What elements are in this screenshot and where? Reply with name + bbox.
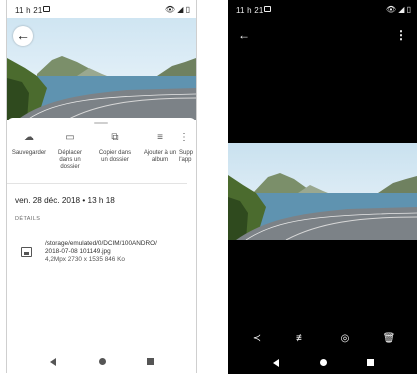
photo-preview[interactable]: ←: [7, 18, 196, 120]
signal-battery-icon: 👁 ◢ ▯: [164, 5, 190, 14]
phone-right: 11 h 21 👁 ◢ ▯ ← ⋮ ≺ ≢ ◎ 🗑: [228, 0, 417, 374]
lens-icon[interactable]: ◎: [338, 332, 352, 346]
share-icon[interactable]: ≺: [250, 332, 264, 346]
notification-icon: [43, 6, 50, 12]
status-time: 11 h 21: [236, 6, 264, 15]
file-name: 2018-07-08 101149.jpg: [45, 248, 111, 255]
nav-recent-icon[interactable]: [367, 359, 374, 366]
action-label: Sauvegarder: [11, 150, 47, 156]
nav-home-icon[interactable]: [320, 359, 327, 366]
nav-back-icon[interactable]: [50, 358, 56, 366]
action-row: ☁ Sauvegarder ▭ Déplacer dans un dossier…: [7, 131, 196, 181]
nav-back-icon[interactable]: [273, 359, 279, 367]
details-sheet: ☁ Sauvegarder ▭ Déplacer dans un dossier…: [7, 118, 196, 373]
landscape-image: [228, 143, 417, 240]
action-label: Déplacer dans un dossier: [57, 150, 82, 170]
add-to-album-button[interactable]: ≡ Ajouter à un album: [141, 131, 179, 164]
tune-icon[interactable]: ≢: [294, 332, 308, 346]
fullscreen-photo[interactable]: [228, 143, 417, 240]
back-button[interactable]: ←: [13, 26, 33, 46]
move-to-folder-button[interactable]: ▭ Déplacer dans un dossier: [51, 131, 89, 171]
notification-icon: [264, 6, 271, 12]
cloud-upload-icon: ☁: [24, 132, 34, 143]
more-icon: ⋮: [179, 132, 189, 143]
photo-datetime: ven. 28 déc. 2018 • 13 h 18: [15, 196, 115, 205]
playlist-add-icon: ≡: [157, 132, 163, 143]
folder-move-icon: ▭: [65, 132, 75, 143]
copy-folder-icon: ⧉: [111, 132, 119, 143]
details-heading: DÉTAILS: [15, 216, 41, 222]
landscape-image: [7, 18, 196, 120]
save-button[interactable]: ☁ Sauvegarder: [10, 131, 48, 157]
file-meta: 4,2Mpx 2730 x 1535 846 Ko: [45, 256, 125, 263]
file-path: /storage/emulated/0/DCIM/100ANDRO/: [45, 240, 157, 247]
signal-battery-icon: 👁 ◢ ▯: [385, 5, 411, 14]
copy-to-folder-button[interactable]: ⧉ Copier dans un dossier: [96, 131, 134, 164]
phone-left: 11 h 21 👁 ◢ ▯ ← ☁ Sauvegarder ▭ Déplacer…: [6, 0, 197, 373]
status-bar: 11 h 21 👁 ◢ ▯: [7, 0, 196, 18]
delete-from-app-button[interactable]: ⋮ Supp l'app: [179, 131, 196, 164]
delete-icon[interactable]: 🗑: [382, 332, 396, 346]
photo-toolbar: ≺ ≢ ◎ 🗑: [228, 332, 417, 346]
drag-handle[interactable]: [94, 122, 108, 124]
action-label: Ajouter à un album: [143, 150, 177, 163]
status-bar: 11 h 21 👁 ◢ ▯: [228, 0, 417, 18]
navigation-bar: [7, 353, 196, 373]
divider: [7, 183, 187, 184]
nav-recent-icon[interactable]: [147, 358, 154, 365]
back-arrow-icon[interactable]: ←: [238, 28, 250, 42]
status-time: 11 h 21: [15, 6, 43, 15]
action-label: Supp l'app: [179, 150, 194, 163]
action-label: Copier dans un dossier: [98, 150, 132, 163]
navigation-bar: [228, 354, 417, 374]
image-file-icon: [21, 247, 32, 257]
nav-home-icon[interactable]: [99, 358, 106, 365]
more-vert-icon[interactable]: ⋮: [395, 28, 407, 42]
